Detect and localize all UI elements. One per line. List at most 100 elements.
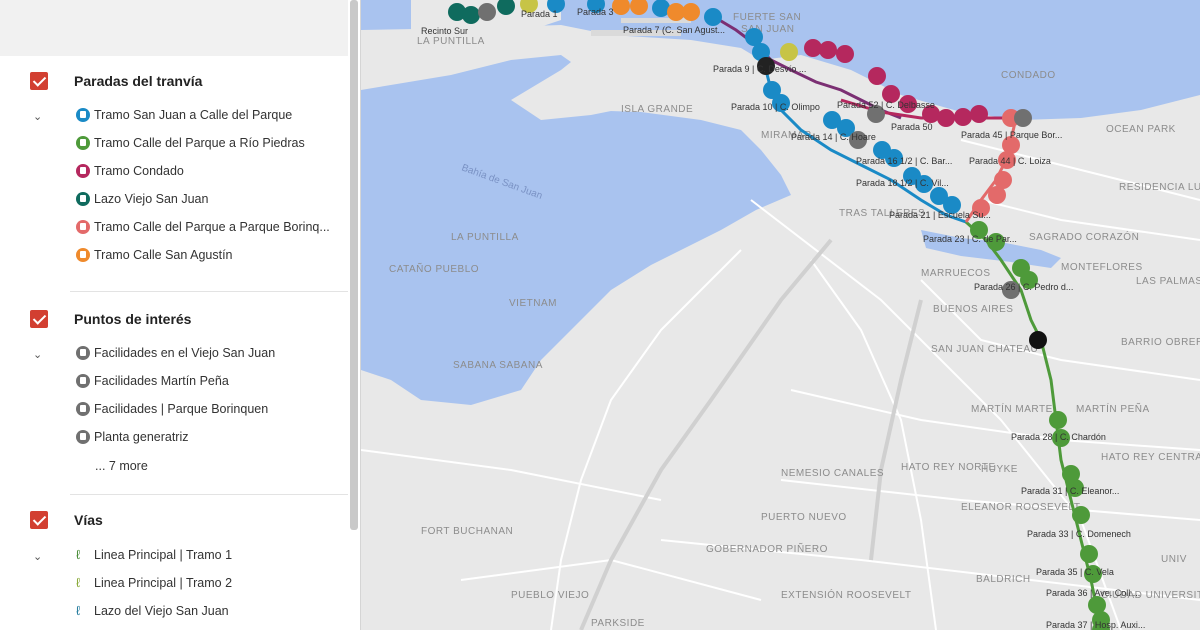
- tram-stop-icon[interactable]: [937, 109, 955, 127]
- map-svg[interactable]: LA PUNTILLA FUERTE SAN ISLA GRANDE MIRAM…: [360, 0, 1200, 635]
- section-vias-header: Vías: [0, 509, 348, 533]
- stop-label: Parada 23 | C. de Par...: [923, 234, 1017, 244]
- stop-label: Parada 16 1/2 | C. Bar...: [856, 156, 952, 166]
- facility-icon[interactable]: [478, 3, 496, 21]
- legend-item-label: Tramo Condado: [94, 164, 184, 178]
- legend-item-label: Lazo del Viejo San Juan: [94, 604, 229, 618]
- legend-item[interactable]: Tramo Condado: [76, 163, 184, 184]
- legend-item[interactable]: Tramo San Juan a Calle del Parque: [76, 107, 292, 128]
- map-canvas[interactable]: LA PUNTILLA FUERTE SAN ISLA GRANDE MIRAM…: [360, 0, 1200, 635]
- tram-stop-icon[interactable]: [1049, 411, 1067, 429]
- tram-stop-icon: [76, 247, 90, 262]
- stop-label: Parada 14 | C. Hoare: [791, 132, 876, 142]
- tram-stop-icon: [76, 219, 90, 234]
- legend-item-label: Tramo Calle del Parque a Parque Borinq..…: [94, 220, 330, 234]
- hood-label: PUEBLO VIEJO: [511, 590, 589, 601]
- legend-item[interactable]: Planta generatriz: [76, 429, 189, 450]
- hood-label: GOBERNADOR PIÑERO: [706, 542, 828, 555]
- tram-stop-icon: [76, 107, 90, 122]
- stop-label: Parada 10 | C. Olimpo: [731, 102, 820, 112]
- legend-item[interactable]: ℓ Linea Principal | Tramo 1: [76, 547, 232, 567]
- stop-label: Parada 1: [521, 9, 558, 19]
- chevron-down-icon[interactable]: ⌄: [33, 110, 42, 123]
- hood-label: PUERTO NUEVO: [761, 512, 847, 523]
- stop-label: Parada 44 | C. Loiza: [969, 156, 1051, 166]
- legend-item-label: Facilidades Martín Peña: [94, 374, 229, 388]
- stop-label: Parada 21 | Escuela Su...: [889, 210, 991, 220]
- tram-stop-icon: [76, 135, 90, 150]
- hood-label: UNIV: [1161, 554, 1187, 565]
- tram-stop-icon: [76, 163, 90, 178]
- legend-item-label: Planta generatriz: [94, 430, 189, 444]
- legend-item[interactable]: Facilidades | Parque Borinquen: [76, 401, 268, 422]
- hood-label: SABANA SABANA: [453, 360, 543, 371]
- legend-item-label: Linea Principal | Tramo 1: [94, 548, 233, 562]
- stop-label: Parada 18 1/2 | C. Vil...: [856, 178, 949, 188]
- tram-stop-icon[interactable]: [954, 108, 972, 126]
- legend-item[interactable]: ℓ Lazo del Viejo San Juan: [76, 603, 229, 623]
- legend-item[interactable]: Tramo Calle del Parque a Parque Borinq..…: [76, 219, 330, 240]
- hood-label: BARRIO OBRERO: [1121, 337, 1200, 348]
- chevron-down-icon[interactable]: ⌄: [33, 348, 42, 361]
- puntos-layer-checkbox[interactable]: [30, 310, 48, 328]
- hood-label: BUENOS AIRES: [933, 304, 1013, 315]
- legend-item[interactable]: Lazo Viejo San Juan: [76, 191, 208, 212]
- tram-stop-icon[interactable]: [988, 186, 1006, 204]
- hood-label: ISLA GRANDE: [621, 104, 693, 115]
- hood-label: CATAÑO PUEBLO: [389, 262, 479, 275]
- hood-label: EXTENSIÓN ROOSEVELT: [781, 588, 911, 601]
- tram-stop-icon[interactable]: [704, 8, 722, 26]
- facility-icon: [76, 373, 90, 388]
- facility-icon[interactable]: [1014, 109, 1032, 127]
- stop-label: Parada 28 | C. Chardón: [1011, 432, 1106, 442]
- hood-label: MARTÍN MARTEL: [971, 402, 1059, 415]
- factory-icon: [76, 429, 90, 444]
- legend-item[interactable]: ℓ Linea Principal | Tramo 2: [76, 575, 232, 595]
- tram-stop-icon[interactable]: [682, 3, 700, 21]
- legend-item-label: Tramo Calle del Parque a Río Piedras: [94, 136, 305, 150]
- section-puntos-header: Puntos de interés: [0, 308, 348, 332]
- legend-item[interactable]: Facilidades en el Viejo San Juan: [76, 345, 276, 366]
- hood-label: MARRUECOS: [921, 268, 991, 279]
- tram-stop-icon[interactable]: [970, 105, 988, 123]
- hood-label: LA PUNTILLA: [451, 232, 519, 243]
- section-title: Puntos de interés: [74, 311, 192, 327]
- legend-item[interactable]: Facilidades Martín Peña: [76, 373, 229, 394]
- line-icon: ℓ: [76, 547, 81, 562]
- sidebar-scrollbar[interactable]: [350, 0, 358, 530]
- tram-stop-icon[interactable]: [836, 45, 854, 63]
- stop-label: Recinto Sur: [421, 26, 468, 36]
- hood-label: OCEAN PARK: [1106, 124, 1176, 135]
- stop-label: Parada 31 | C. Eleanor...: [1021, 486, 1119, 496]
- legend-item-label: Facilidades en el Viejo San Juan: [94, 346, 276, 360]
- hood-label: MARTÍN PEÑA: [1076, 402, 1150, 415]
- legend-item[interactable]: Tramo Calle San Agustín: [76, 247, 233, 268]
- tram-stop-icon[interactable]: [1072, 506, 1090, 524]
- tram-stop-icon[interactable]: [819, 41, 837, 59]
- camera-icon[interactable]: [780, 43, 798, 61]
- section-title: Vías: [74, 512, 103, 528]
- stop-label: Parada 9 | C. Desvío ...: [713, 64, 806, 74]
- tram-stop-icon[interactable]: [1080, 545, 1098, 563]
- vias-layer-checkbox[interactable]: [30, 511, 48, 529]
- stop-label: Parada 3: [577, 7, 614, 17]
- stop-label: Parada 7 (C. San Agust...: [623, 25, 725, 35]
- hood-label: VIETNAM: [509, 298, 557, 309]
- hood-label: CONDADO: [1001, 70, 1056, 81]
- hood-label: LA PUNTILLA: [417, 36, 485, 47]
- tram-stop-icon[interactable]: [868, 67, 886, 85]
- chevron-down-icon[interactable]: ⌄: [33, 550, 42, 563]
- hood-label: MONTEFLORES: [1061, 262, 1143, 273]
- hood-label: SAN JUAN CHATEAU: [931, 344, 1038, 355]
- layer-sidebar: Paradas del tranvía ⌄ Tramo San Juan a C…: [0, 0, 361, 630]
- station-icon[interactable]: [1029, 331, 1047, 349]
- legend-item-label: Linea Principal | Tramo 2: [94, 576, 233, 590]
- hood-label: HATO REY CENTRAL: [1101, 452, 1200, 463]
- hood-label: SAGRADO CORAZÓN: [1029, 230, 1139, 243]
- tram-stop-icon[interactable]: [462, 6, 480, 24]
- hood-label: NEMESIO CANALES: [781, 468, 884, 479]
- more-link[interactable]: ... 7 more: [95, 459, 148, 473]
- divider: [70, 494, 348, 495]
- legend-item[interactable]: Tramo Calle del Parque a Río Piedras: [76, 135, 305, 156]
- paradas-layer-checkbox[interactable]: [30, 72, 48, 90]
